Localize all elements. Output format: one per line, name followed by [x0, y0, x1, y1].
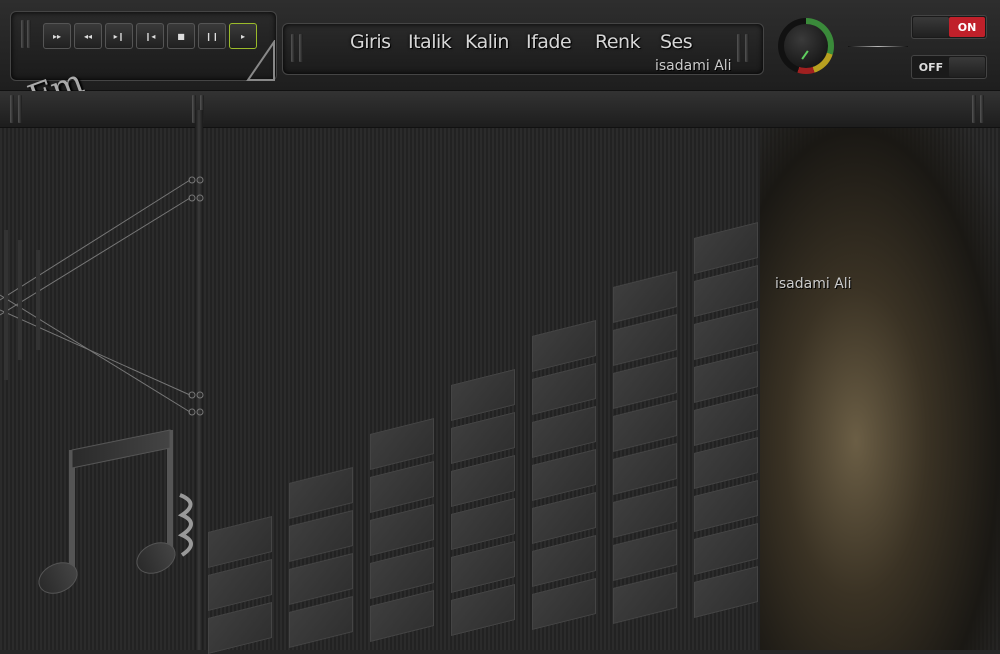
fast-forward-button[interactable]: ▸▸ — [43, 23, 71, 49]
music-note-icon — [38, 429, 176, 594]
grip-handle — [737, 34, 741, 62]
photo-credit: isadami Ali — [775, 276, 852, 292]
off-label: OFF — [918, 60, 944, 74]
grip-handle — [291, 34, 295, 62]
grip-handle — [972, 95, 976, 123]
next-track-icon: ▸❙ — [113, 31, 125, 41]
stop-icon: ■ — [177, 31, 185, 41]
rewind-icon: ◂◂ — [83, 31, 93, 41]
nav-italik[interactable]: Italik — [408, 31, 452, 53]
stop-button[interactable]: ■ — [167, 23, 195, 49]
singer-photo — [760, 128, 1000, 650]
next-track-button[interactable]: ▸❙ — [105, 23, 133, 49]
string-lines-decoration — [0, 176, 204, 416]
pause-icon: ❙❙ — [205, 31, 219, 41]
grip-handle — [18, 95, 22, 123]
on-toggle[interactable]: ON — [911, 15, 987, 39]
credit-text: isadami Ali — [655, 58, 732, 74]
on-label: ON — [949, 17, 985, 37]
secondary-bar — [0, 91, 1000, 128]
grip-handle — [10, 95, 14, 123]
divider-line — [848, 46, 908, 47]
player-bar: ▸▸ ◂◂ ▸❙ ❙◂ ■ ❙❙ ▸ Giris Italik Kalin If… — [0, 0, 1000, 91]
toggle-knob — [949, 57, 985, 77]
toggle-knob — [913, 17, 949, 37]
previous-track-button[interactable]: ❙◂ — [136, 23, 164, 49]
grip-handle — [299, 34, 303, 62]
grip-handle — [980, 95, 984, 123]
grip-handle — [21, 20, 25, 48]
play-icon: ▸ — [240, 31, 245, 41]
pause-button[interactable]: ❙❙ — [198, 23, 226, 49]
nav-ses[interactable]: Ses — [660, 31, 693, 53]
knob-indicator — [801, 50, 809, 60]
nav-ifade[interactable]: Ifade — [526, 31, 572, 53]
knob-cap — [784, 24, 828, 68]
off-toggle[interactable]: OFF — [911, 55, 987, 79]
fast-forward-icon: ▸▸ — [52, 31, 62, 41]
nav-kalin[interactable]: Kalin — [465, 31, 509, 53]
nav-giris[interactable]: Giris — [350, 31, 391, 53]
previous-track-icon: ❙◂ — [144, 31, 156, 41]
treble-wave-icon — [177, 493, 193, 557]
rewind-button[interactable]: ◂◂ — [74, 23, 102, 49]
volume-knob[interactable] — [778, 18, 834, 74]
nav-renk[interactable]: Renk — [595, 31, 641, 53]
grip-handle — [745, 34, 749, 62]
volume-triangle-icon — [246, 40, 275, 81]
grip-handle — [27, 20, 31, 48]
